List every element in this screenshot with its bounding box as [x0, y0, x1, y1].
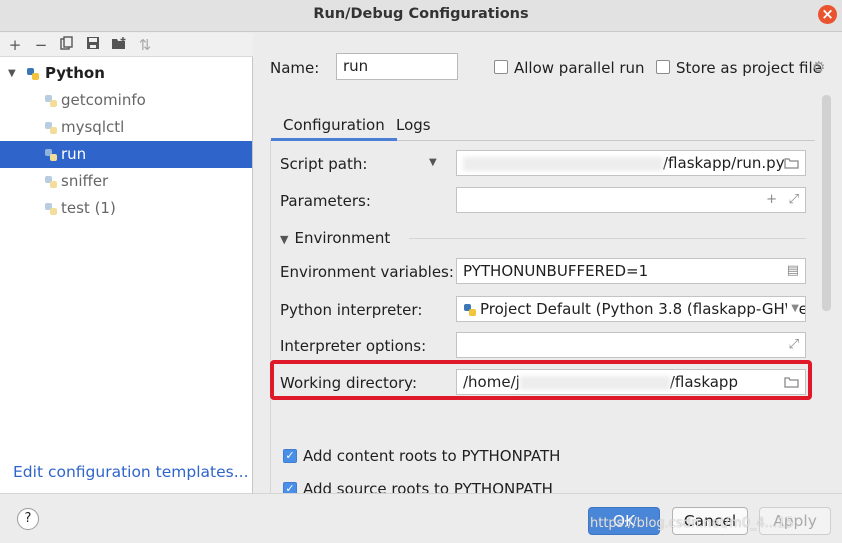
section-divider [409, 238, 806, 239]
configurations-tree-pane: + − ⇅ ▼ Python getcominfo mysqlctl run s… [0, 33, 253, 493]
config-tabs: Configuration Logs [270, 111, 815, 141]
script-path-label: Script path: [280, 155, 368, 173]
interpreter-value: Project Default (Python 3.8 (flaskapp-GH… [480, 300, 806, 318]
environment-section[interactable]: ▼ Environment [280, 229, 390, 247]
tree-item-mysqlctl[interactable]: mysqlctl [0, 114, 252, 141]
help-button[interactable]: ? [17, 508, 39, 530]
redacted-path [463, 156, 663, 171]
allow-parallel-label: Allow parallel run [514, 59, 645, 77]
tree-item-test-1[interactable]: test (1) [0, 195, 252, 222]
store-project-checkbox[interactable] [656, 60, 670, 74]
add-icon[interactable]: + [766, 188, 777, 212]
document-icon[interactable]: ▤ [787, 259, 799, 283]
interpreter-options-label: Interpreter options: [280, 337, 427, 355]
script-path-field[interactable]: /flaskapp/run.py [456, 150, 806, 176]
tree-item-label: sniffer [61, 172, 109, 190]
dialog-button-bar: ? OK Cancel Apply https://blog.csdn.net/… [0, 493, 842, 543]
env-vars-field[interactable]: PYTHONUNBUFFERED=1 ▤ [456, 258, 806, 284]
watermark-text: https://blog.csdn.net/m0_4...15 [590, 516, 794, 531]
content-roots-checkbox[interactable]: ✓ [283, 449, 297, 463]
python-icon [27, 68, 39, 80]
tree-item-label: mysqlctl [61, 118, 125, 136]
python-file-icon [45, 176, 57, 188]
python-icon [464, 303, 476, 316]
name-input[interactable]: run [336, 53, 458, 80]
interpreter-label: Python interpreter: [280, 301, 423, 319]
remove-icon[interactable]: − [32, 36, 50, 54]
gear-icon[interactable]: ⚙ [812, 58, 825, 76]
close-icon: × [821, 5, 834, 23]
expand-arrow-icon[interactable]: ▼ [8, 60, 16, 87]
tree-toolbar: + − ⇅ [0, 33, 253, 57]
title-bar: Run/Debug Configurations × [0, 0, 842, 32]
tab-configuration[interactable]: Configuration [271, 115, 397, 141]
copy-icon[interactable] [58, 36, 76, 54]
content-roots-label: Add content roots to PYTHONPATH [303, 447, 561, 465]
expand-icon[interactable]: ⤢ [789, 333, 799, 357]
env-vars-label: Environment variables: [280, 263, 454, 281]
add-icon[interactable]: + [6, 36, 24, 54]
configuration-panel: Script path: ▼ /flaskapp/run.py Paramete… [270, 141, 815, 498]
folder-browse-icon[interactable] [784, 151, 799, 175]
tree-group-python[interactable]: ▼ Python [0, 60, 252, 87]
python-file-icon [45, 203, 57, 215]
expand-icon[interactable]: ⤢ [789, 188, 799, 212]
vertical-scrollbar[interactable] [822, 95, 831, 311]
tree-item-label: test (1) [61, 199, 116, 217]
python-file-icon [45, 149, 57, 161]
configuration-editor: Name: run Allow parallel run Store as pr… [254, 33, 842, 498]
close-button[interactable]: × [818, 5, 837, 24]
tree-item-sniffer[interactable]: sniffer [0, 168, 252, 195]
folder-add-icon[interactable] [110, 36, 128, 54]
script-path-value: /flaskapp/run.py [663, 154, 785, 172]
interpreter-options-field[interactable]: ⤢ [456, 332, 806, 358]
name-label: Name: [270, 59, 320, 77]
parameters-label: Parameters: [280, 192, 371, 210]
chevron-down-icon[interactable]: ▼ [787, 297, 799, 321]
tab-logs[interactable]: Logs [384, 115, 443, 141]
python-file-icon [45, 95, 57, 107]
python-file-icon [45, 122, 57, 134]
parameters-field[interactable]: + ⤢ [456, 187, 806, 213]
tree-item-label: getcominfo [61, 91, 146, 109]
save-icon[interactable] [84, 36, 102, 54]
env-vars-value: PYTHONUNBUFFERED=1 [463, 262, 649, 280]
environment-header: Environment [294, 229, 391, 247]
window-title: Run/Debug Configurations [313, 6, 529, 22]
tree-item-run[interactable]: run [0, 141, 252, 168]
script-type-dropdown-icon[interactable]: ▼ [429, 157, 437, 168]
tree-item-getcominfo[interactable]: getcominfo [0, 87, 252, 114]
sort-icon[interactable]: ⇅ [136, 36, 154, 54]
store-project-label: Store as project file [676, 59, 822, 77]
tree-item-label: run [61, 145, 87, 163]
working-dir-highlight-box [270, 360, 812, 400]
edit-templates-link[interactable]: Edit configuration templates... [13, 463, 249, 481]
tree-group-label: Python [45, 64, 105, 82]
collapse-arrow-icon: ▼ [280, 233, 289, 246]
interpreter-select[interactable]: Project Default (Python 3.8 (flaskapp-GH… [456, 296, 806, 322]
allow-parallel-checkbox[interactable] [494, 60, 508, 74]
